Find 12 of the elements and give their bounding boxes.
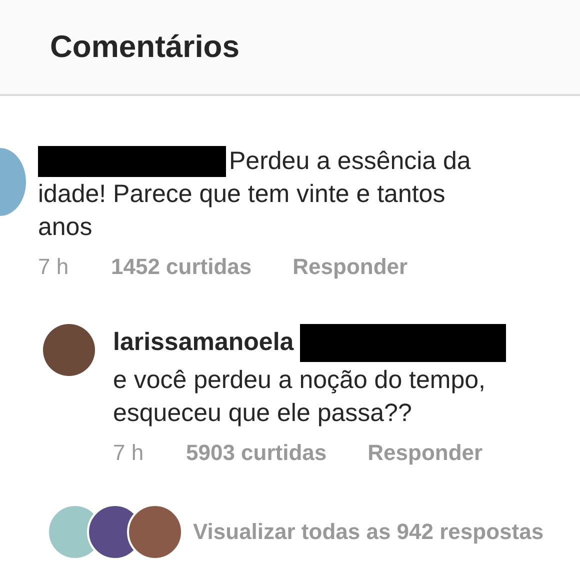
- likes-link[interactable]: 1452 curtidas: [111, 254, 252, 280]
- view-replies-link[interactable]: Visualizar todas as 942 respostas: [193, 519, 544, 545]
- username-link[interactable]: larissamanoela: [113, 328, 294, 356]
- comment-text: Perdeu a essência da idade! Parece que tem vinte e tantos anos: [38, 146, 472, 243]
- avatar-photo[interactable]: [43, 324, 95, 376]
- likes-link[interactable]: 5903 curtidas: [186, 440, 327, 466]
- reply-link[interactable]: Responder: [368, 440, 483, 466]
- reply-text: e você perdeu a noção do tempo, esqueceu que ele passa??: [113, 365, 486, 429]
- comment-time: 7 h: [38, 254, 70, 280]
- comment-time: 7 h: [113, 440, 145, 466]
- screen-title: Comentários: [50, 29, 240, 65]
- reply-link[interactable]: Responder: [292, 254, 408, 280]
